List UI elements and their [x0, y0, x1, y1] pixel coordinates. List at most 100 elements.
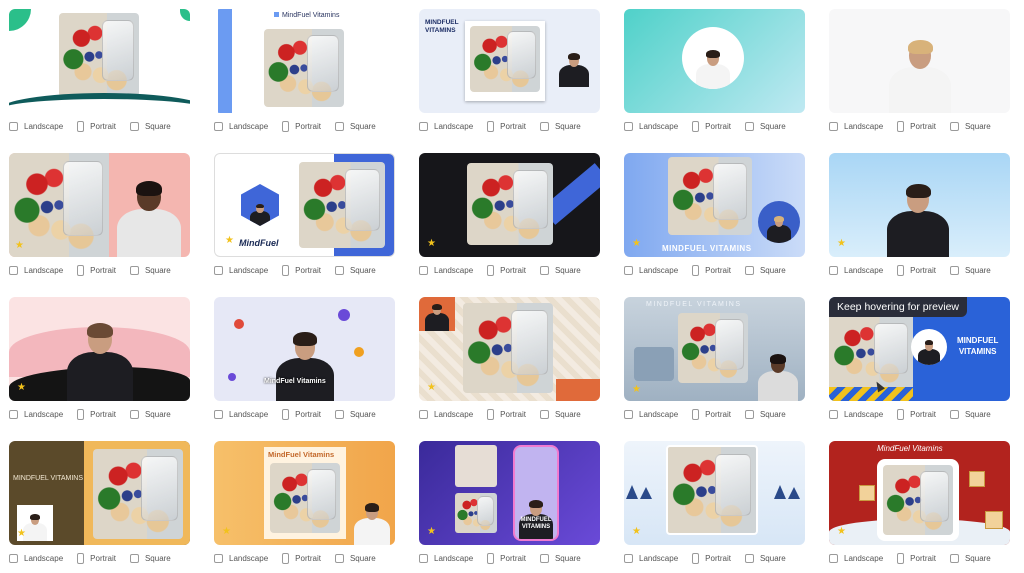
checkbox[interactable]: [949, 553, 959, 563]
checkbox[interactable]: [77, 264, 85, 276]
landscape-option[interactable]: Landscape: [829, 553, 883, 563]
checkbox[interactable]: [129, 265, 139, 275]
checkbox[interactable]: [624, 265, 633, 275]
square-option[interactable]: Square: [334, 553, 376, 563]
portrait-option[interactable]: Portrait: [77, 120, 116, 132]
template-thumbnail[interactable]: ★ MINDFUEL VITAMINS: [624, 153, 805, 257]
template-card[interactable]: Landscape Portrait Square: [829, 9, 1010, 132]
checkbox[interactable]: [829, 553, 838, 563]
landscape-option[interactable]: Landscape: [624, 409, 678, 419]
template-thumbnail[interactable]: Keep hovering for preview MINDFUEL VITAMI…: [829, 297, 1010, 401]
landscape-option[interactable]: Landscape: [214, 121, 268, 131]
portrait-option[interactable]: Portrait: [282, 552, 321, 564]
square-option[interactable]: Square: [334, 409, 376, 419]
square-option[interactable]: Square: [744, 265, 786, 275]
landscape-option[interactable]: Landscape: [419, 553, 473, 563]
portrait-option[interactable]: Portrait: [897, 552, 936, 564]
portrait-option[interactable]: Portrait: [897, 120, 936, 132]
portrait-option[interactable]: Portrait: [487, 264, 526, 276]
square-option[interactable]: Square: [539, 121, 581, 131]
portrait-option[interactable]: Portrait: [77, 552, 116, 564]
landscape-option[interactable]: Landscape: [9, 553, 63, 563]
template-thumbnail[interactable]: ★: [624, 441, 805, 545]
checkbox[interactable]: [829, 265, 838, 275]
checkbox[interactable]: [334, 553, 344, 563]
checkbox[interactable]: [334, 409, 344, 419]
portrait-option[interactable]: Portrait: [487, 408, 526, 420]
checkbox[interactable]: [829, 121, 838, 131]
template-thumbnail[interactable]: ★: [9, 297, 190, 401]
square-option[interactable]: Square: [539, 265, 581, 275]
checkbox[interactable]: [334, 265, 344, 275]
checkbox[interactable]: [897, 120, 905, 132]
template-card[interactable]: ★ Landscape Portrait Square: [829, 153, 1010, 276]
checkbox[interactable]: [744, 265, 754, 275]
checkbox[interactable]: [539, 265, 549, 275]
checkbox[interactable]: [744, 553, 754, 563]
landscape-option[interactable]: Landscape: [829, 121, 883, 131]
checkbox[interactable]: [487, 120, 495, 132]
template-thumbnail[interactable]: [9, 9, 190, 113]
square-option[interactable]: Square: [744, 121, 786, 131]
checkbox[interactable]: [949, 121, 959, 131]
landscape-option[interactable]: Landscape: [9, 121, 63, 131]
landscape-option[interactable]: Landscape: [9, 409, 63, 419]
landscape-option[interactable]: Landscape: [214, 409, 268, 419]
template-card[interactable]: MINDFUEL VITAMINS ★ Landscape Portrait Sq…: [419, 441, 600, 564]
landscape-option[interactable]: Landscape: [829, 409, 883, 419]
checkbox[interactable]: [214, 121, 223, 131]
portrait-option[interactable]: Portrait: [77, 408, 116, 420]
square-option[interactable]: Square: [129, 265, 171, 275]
checkbox[interactable]: [282, 552, 290, 564]
template-thumbnail[interactable]: MindFuel Vitamins: [214, 9, 395, 113]
landscape-option[interactable]: Landscape: [419, 409, 473, 419]
checkbox[interactable]: [692, 408, 700, 420]
checkbox[interactable]: [692, 552, 700, 564]
checkbox[interactable]: [129, 121, 139, 131]
template-thumbnail[interactable]: [624, 9, 805, 113]
checkbox[interactable]: [9, 409, 18, 419]
template-thumbnail[interactable]: ★: [419, 297, 600, 401]
checkbox[interactable]: [487, 264, 495, 276]
template-card[interactable]: ★ Landscape Portrait Square: [419, 297, 600, 420]
checkbox[interactable]: [487, 552, 495, 564]
portrait-option[interactable]: Portrait: [282, 264, 321, 276]
landscape-option[interactable]: Landscape: [624, 121, 678, 131]
portrait-option[interactable]: Portrait: [487, 552, 526, 564]
checkbox[interactable]: [9, 265, 18, 275]
square-option[interactable]: Square: [129, 121, 171, 131]
template-card[interactable]: MindFuel Vitamins ★ Landscape Portrait S…: [829, 441, 1010, 564]
template-card[interactable]: MINDFUEL VITAMINS ★ Landscape Portrait S…: [624, 297, 805, 420]
template-thumbnail[interactable]: ★ MindFuel: [214, 153, 395, 257]
checkbox[interactable]: [77, 552, 85, 564]
template-thumbnail[interactable]: MINDFUEL VITAMINS ★: [9, 441, 190, 545]
landscape-option[interactable]: Landscape: [624, 265, 678, 275]
checkbox[interactable]: [692, 264, 700, 276]
square-option[interactable]: Square: [129, 553, 171, 563]
checkbox[interactable]: [419, 265, 428, 275]
checkbox[interactable]: [77, 120, 85, 132]
square-option[interactable]: Square: [949, 553, 991, 563]
checkbox[interactable]: [539, 409, 549, 419]
checkbox[interactable]: [949, 265, 959, 275]
portrait-option[interactable]: Portrait: [692, 552, 731, 564]
square-option[interactable]: Square: [129, 409, 171, 419]
checkbox[interactable]: [897, 552, 905, 564]
checkbox[interactable]: [77, 408, 85, 420]
template-card[interactable]: Landscape Portrait Square: [9, 9, 190, 132]
checkbox[interactable]: [9, 121, 18, 131]
checkbox[interactable]: [897, 264, 905, 276]
template-card[interactable]: MINDFUEL VITAMINS Landscape Portrait Squa…: [419, 9, 600, 132]
portrait-option[interactable]: Portrait: [487, 120, 526, 132]
template-thumbnail[interactable]: [829, 9, 1010, 113]
checkbox[interactable]: [624, 409, 633, 419]
square-option[interactable]: Square: [744, 409, 786, 419]
checkbox[interactable]: [419, 121, 428, 131]
template-card[interactable]: ★ Landscape Portrait Square: [9, 153, 190, 276]
checkbox[interactable]: [334, 121, 344, 131]
checkbox[interactable]: [829, 409, 838, 419]
template-card[interactable]: ★ Landscape Portrait Square: [9, 297, 190, 420]
template-thumbnail[interactable]: MINDFUEL VITAMINS ★: [419, 441, 600, 545]
checkbox[interactable]: [897, 408, 905, 420]
template-thumbnail[interactable]: MindFuel Vitamins ★: [214, 441, 395, 545]
